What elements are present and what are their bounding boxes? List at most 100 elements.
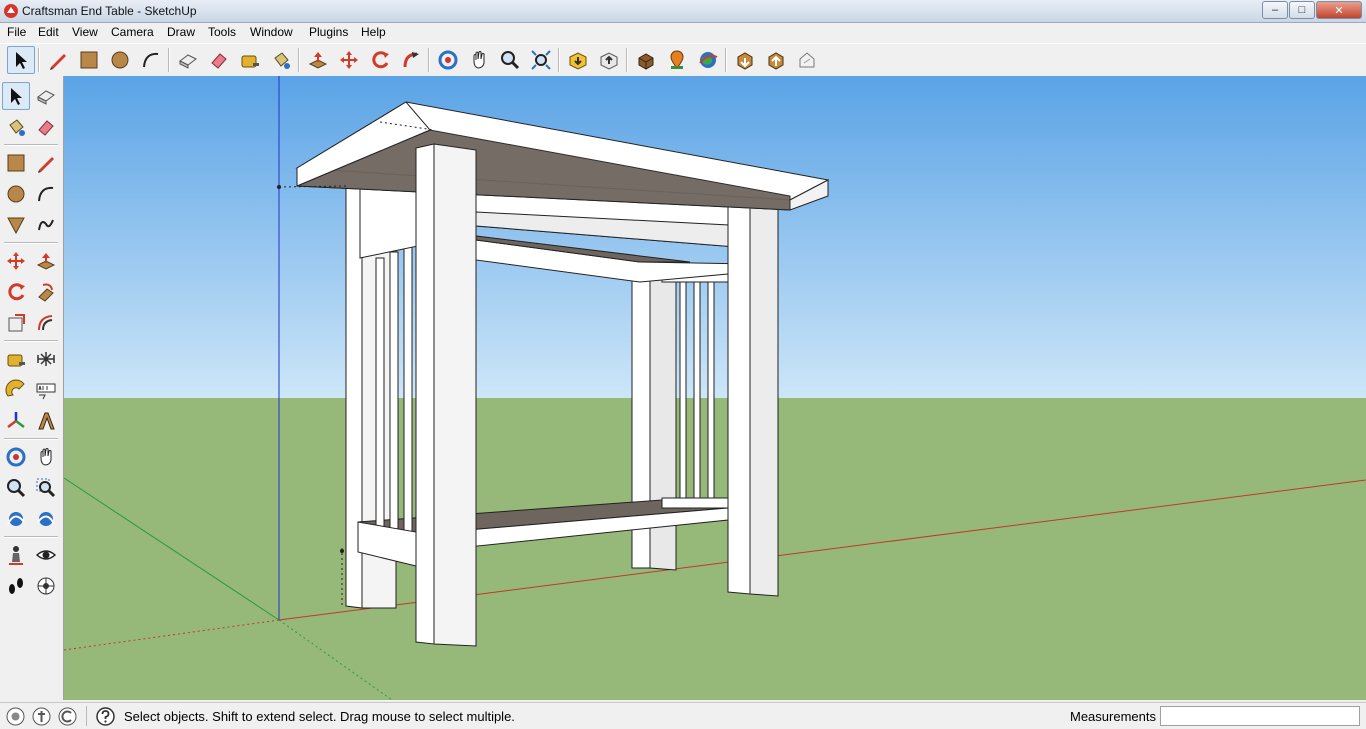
left-arc-button[interactable] <box>32 180 60 208</box>
measurements-input[interactable] <box>1160 706 1360 726</box>
menu-camera[interactable]: Camera <box>111 25 154 39</box>
tape-measure-button[interactable] <box>236 46 264 74</box>
arc-icon <box>143 52 159 68</box>
get-photo-texture-button[interactable] <box>731 46 759 74</box>
left-offset-button[interactable] <box>32 309 60 337</box>
pan-button[interactable] <box>465 46 493 74</box>
menu-view[interactable]: View <box>72 25 98 39</box>
circle-button[interactable] <box>106 46 134 74</box>
close-button[interactable]: ✕ <box>1316 1 1362 19</box>
toolbar-separator <box>38 48 40 72</box>
layout-button[interactable] <box>793 46 821 74</box>
left-eraser-button[interactable] <box>32 113 60 141</box>
menu-draw[interactable]: Draw <box>167 25 195 39</box>
orbit-button[interactable] <box>434 46 462 74</box>
left-walk-button[interactable] <box>2 572 30 600</box>
left-push-pull-button[interactable] <box>32 247 60 275</box>
left-3d-text-button[interactable] <box>32 407 60 435</box>
eraser-icon <box>38 120 54 136</box>
extension-warehouse-icon <box>768 52 784 70</box>
look-around-icon <box>35 550 57 560</box>
window-title: Craftsman End Table - SketchUp <box>22 4 197 18</box>
left-select-button[interactable] <box>2 82 30 110</box>
rotate-button[interactable] <box>366 46 394 74</box>
left-zoom-button[interactable] <box>2 474 30 502</box>
credits-icon[interactable] <box>32 707 51 726</box>
left-toolbar-separator <box>4 144 58 146</box>
move-icon <box>7 252 25 270</box>
line-button[interactable] <box>44 46 72 74</box>
menu-bar: File Edit View Camera Draw Tools Window … <box>0 23 1366 42</box>
google-earth-button[interactable] <box>694 46 722 74</box>
maximize-button[interactable]: □ <box>1289 1 1315 19</box>
move-icon <box>340 51 358 69</box>
left-protractor-button[interactable] <box>2 376 30 404</box>
minimize-icon: – <box>1271 4 1279 16</box>
left-previous-view-button[interactable] <box>2 505 30 533</box>
left-toolbar-separator <box>4 340 58 342</box>
circle-icon <box>7 185 25 203</box>
sign-in-icon[interactable] <box>58 707 77 726</box>
left-follow-me-button[interactable] <box>32 278 60 306</box>
zoom-extents-button[interactable] <box>527 46 555 74</box>
tape-measure-icon <box>7 354 25 367</box>
left-freehand-button[interactable] <box>32 211 60 239</box>
instructor-help-icon[interactable] <box>96 707 115 726</box>
add-location-button[interactable] <box>663 46 691 74</box>
geo-location-icon[interactable] <box>6 707 25 726</box>
left-text-button[interactable] <box>32 376 60 404</box>
menu-edit[interactable]: Edit <box>38 25 59 39</box>
left-make-component-button[interactable] <box>32 82 60 110</box>
eraser-button[interactable] <box>205 46 233 74</box>
menu-help[interactable]: Help <box>361 25 386 39</box>
status-separator <box>86 706 87 726</box>
circle-icon <box>111 51 129 69</box>
select-button[interactable] <box>7 46 35 74</box>
left-zoom-window-button[interactable] <box>32 474 60 502</box>
menu-tools[interactable]: Tools <box>208 25 236 39</box>
model-viewport[interactable] <box>64 76 1366 700</box>
left-toolbar-separator <box>4 536 58 538</box>
google-earth-icon <box>699 52 718 68</box>
left-move-button[interactable] <box>2 247 30 275</box>
arc-button[interactable] <box>137 46 165 74</box>
push-pull-button[interactable] <box>304 46 332 74</box>
zoom-window-icon <box>36 478 56 498</box>
zoom-button[interactable] <box>496 46 524 74</box>
left-scale-button[interactable] <box>2 309 30 337</box>
menu-plugins[interactable]: Plugins <box>309 25 348 39</box>
extension-warehouse-button[interactable] <box>762 46 790 74</box>
menu-window[interactable]: Window <box>250 25 293 39</box>
paint-bucket-button[interactable] <box>267 46 295 74</box>
left-line-button[interactable] <box>32 149 60 177</box>
left-pan-button[interactable] <box>32 443 60 471</box>
left-tape-measure-button[interactable] <box>2 345 30 373</box>
follow-me-button[interactable] <box>397 46 425 74</box>
minimize-button[interactable]: – <box>1262 1 1288 19</box>
toolbar-separator <box>168 48 170 72</box>
left-rotate-button[interactable] <box>2 278 30 306</box>
move-button[interactable] <box>335 46 363 74</box>
section-plane-icon <box>37 577 55 595</box>
left-rectangle-button[interactable] <box>2 149 30 177</box>
component-button[interactable] <box>632 46 660 74</box>
get-models-button[interactable] <box>564 46 592 74</box>
sketchup-app-icon <box>4 4 18 18</box>
left-look-around-button[interactable] <box>32 541 60 569</box>
share-model-icon <box>600 52 618 70</box>
rectangle-button[interactable] <box>75 46 103 74</box>
left-polygon-button[interactable] <box>2 211 30 239</box>
share-model-button[interactable] <box>595 46 623 74</box>
left-position-camera-button[interactable] <box>2 541 30 569</box>
make-component-button[interactable] <box>174 46 202 74</box>
left-next-view-button[interactable] <box>32 505 60 533</box>
left-circle-button[interactable] <box>2 180 30 208</box>
title-bar: Craftsman End Table - SketchUp – □ ✕ <box>0 0 1366 23</box>
left-section-plane-button[interactable] <box>32 572 60 600</box>
left-paint-bucket-button[interactable] <box>2 113 30 141</box>
left-orbit-button[interactable] <box>2 443 30 471</box>
menu-file[interactable]: File <box>7 25 26 39</box>
protractor-icon <box>5 379 25 397</box>
left-axes-button[interactable] <box>2 407 30 435</box>
left-dimension-button[interactable] <box>32 345 60 373</box>
